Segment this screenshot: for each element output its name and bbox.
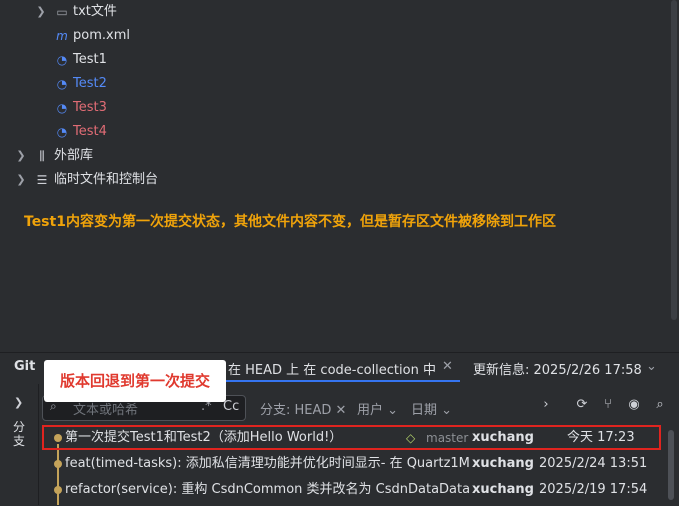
chevron-right-icon[interactable]: ❯ bbox=[16, 168, 26, 192]
callout-annotation: 版本回退到第一次提交 bbox=[44, 360, 226, 402]
chevron-right-icon[interactable]: ❯ bbox=[36, 0, 46, 24]
table-row[interactable]: refactor(service): 重构 CsdnCommon 类并改名为 C… bbox=[40, 478, 665, 502]
library-icon: ⫼ bbox=[39, 149, 45, 163]
tab-head-log[interactable]: 在 HEAD 上 在 code-collection 中 bbox=[228, 359, 436, 378]
expand-icon[interactable]: › bbox=[537, 397, 555, 415]
table-row[interactable]: feat(timed-tasks): 添加私信清理功能并优化时间显示- 在 Qu… bbox=[40, 452, 665, 476]
eye-icon[interactable]: ◉ bbox=[625, 397, 643, 415]
commit-date: 2025/2/24 13:51 bbox=[539, 456, 648, 471]
branch-filter-label: 分支: HEAD bbox=[260, 403, 332, 418]
branch-filter[interactable]: 分支: HEAD ✕ bbox=[260, 399, 346, 418]
tree-item-test2[interactable]: ◔ Test2 bbox=[0, 72, 660, 96]
java-class-icon: ◔ bbox=[56, 53, 68, 67]
java-class-icon: ◔ bbox=[56, 101, 68, 115]
chevron-down-icon[interactable]: ⌄ bbox=[646, 359, 657, 374]
chevron-down-icon: ⌄ bbox=[387, 403, 399, 418]
tree-item-test3[interactable]: ◔ Test3 bbox=[0, 96, 660, 120]
date-filter[interactable]: 日期 ⌄ bbox=[411, 399, 452, 418]
commit-node bbox=[54, 486, 62, 494]
user-filter[interactable]: 用户 ⌄ bbox=[357, 399, 398, 418]
branch-graph-icon[interactable]: ⑂ bbox=[599, 397, 617, 415]
project-tree: ❯ ▭ txt文件 m pom.xml ◔ Test1 ◔ Test2 ◔ Te… bbox=[0, 0, 670, 344]
tree-item-test4[interactable]: ◔ Test4 bbox=[0, 120, 660, 144]
tree-item-test1[interactable]: ◔ Test1 bbox=[0, 48, 660, 72]
tree-item-txt-folder[interactable]: ❯ ▭ txt文件 bbox=[0, 0, 660, 24]
java-class-icon: ◔ bbox=[56, 77, 68, 91]
chevron-down-icon: ⌄ bbox=[441, 403, 453, 418]
commit-message: feat(timed-tasks): 添加私信清理功能并优化时间显示- 在 Qu… bbox=[65, 456, 470, 471]
tree-scrollbar[interactable] bbox=[670, 0, 679, 344]
commit-message: refactor(service): 重构 CsdnCommon 类并改名为 C… bbox=[65, 482, 470, 497]
close-icon[interactable]: ✕ bbox=[442, 359, 453, 374]
tree-item-external-libraries[interactable]: ❯ ⫼ 外部库 bbox=[0, 144, 660, 168]
commit-date: 2025/2/19 17:54 bbox=[539, 482, 648, 497]
java-class-icon: ◔ bbox=[56, 125, 68, 139]
tree-item-label: pom.xml bbox=[73, 28, 130, 43]
chevron-right-icon[interactable]: ❯ bbox=[14, 396, 23, 409]
tree-item-label: Test2 bbox=[73, 76, 107, 91]
user-filter-label: 用户 bbox=[357, 403, 384, 418]
branches-toggle[interactable]: 分支 bbox=[13, 420, 27, 448]
tree-item-label: 临时文件和控制台 bbox=[54, 172, 159, 187]
folder-icon: ▭ bbox=[56, 5, 68, 19]
tab-update-info[interactable]: 更新信息: 2025/2/26 17:58 bbox=[473, 359, 642, 378]
chevron-right-icon[interactable]: ❯ bbox=[16, 144, 26, 168]
tree-item-label: Test1 bbox=[73, 52, 107, 67]
tree-item-label: txt文件 bbox=[73, 4, 117, 19]
refresh-icon[interactable]: ⟳ bbox=[573, 397, 591, 415]
annotation-text: Test1内容变为第一次提交状态，其他文件内容不变，但是暂存区文件被移除到工作区 bbox=[24, 214, 556, 230]
close-icon[interactable]: ✕ bbox=[336, 403, 347, 418]
active-tab-indicator bbox=[224, 380, 460, 382]
commit-author: xuchang bbox=[472, 456, 534, 471]
tool-window-title: Git bbox=[14, 359, 36, 374]
tree-item-label: Test4 bbox=[73, 124, 107, 139]
tree-item-label: 外部库 bbox=[54, 148, 94, 163]
date-filter-label: 日期 bbox=[411, 403, 438, 418]
tree-item-label: Test3 bbox=[73, 100, 107, 115]
tree-item-scratches[interactable]: ❯ ☰ 临时文件和控制台 bbox=[0, 168, 660, 192]
commit-author: xuchang bbox=[472, 482, 534, 497]
commit-node bbox=[54, 460, 62, 468]
highlight-box bbox=[42, 425, 661, 450]
commit-list-scrollbar[interactable] bbox=[668, 430, 674, 500]
maven-icon: m bbox=[56, 29, 68, 43]
git-sidebar: ❯ 分支 bbox=[0, 384, 39, 505]
scrollbar-thumb[interactable] bbox=[671, 0, 677, 320]
search-icon[interactable]: ⌕ bbox=[651, 397, 669, 415]
match-case-toggle[interactable]: Cc bbox=[223, 399, 239, 414]
scratch-icon: ☰ bbox=[36, 173, 48, 187]
tree-item-pom[interactable]: m pom.xml bbox=[0, 24, 660, 48]
